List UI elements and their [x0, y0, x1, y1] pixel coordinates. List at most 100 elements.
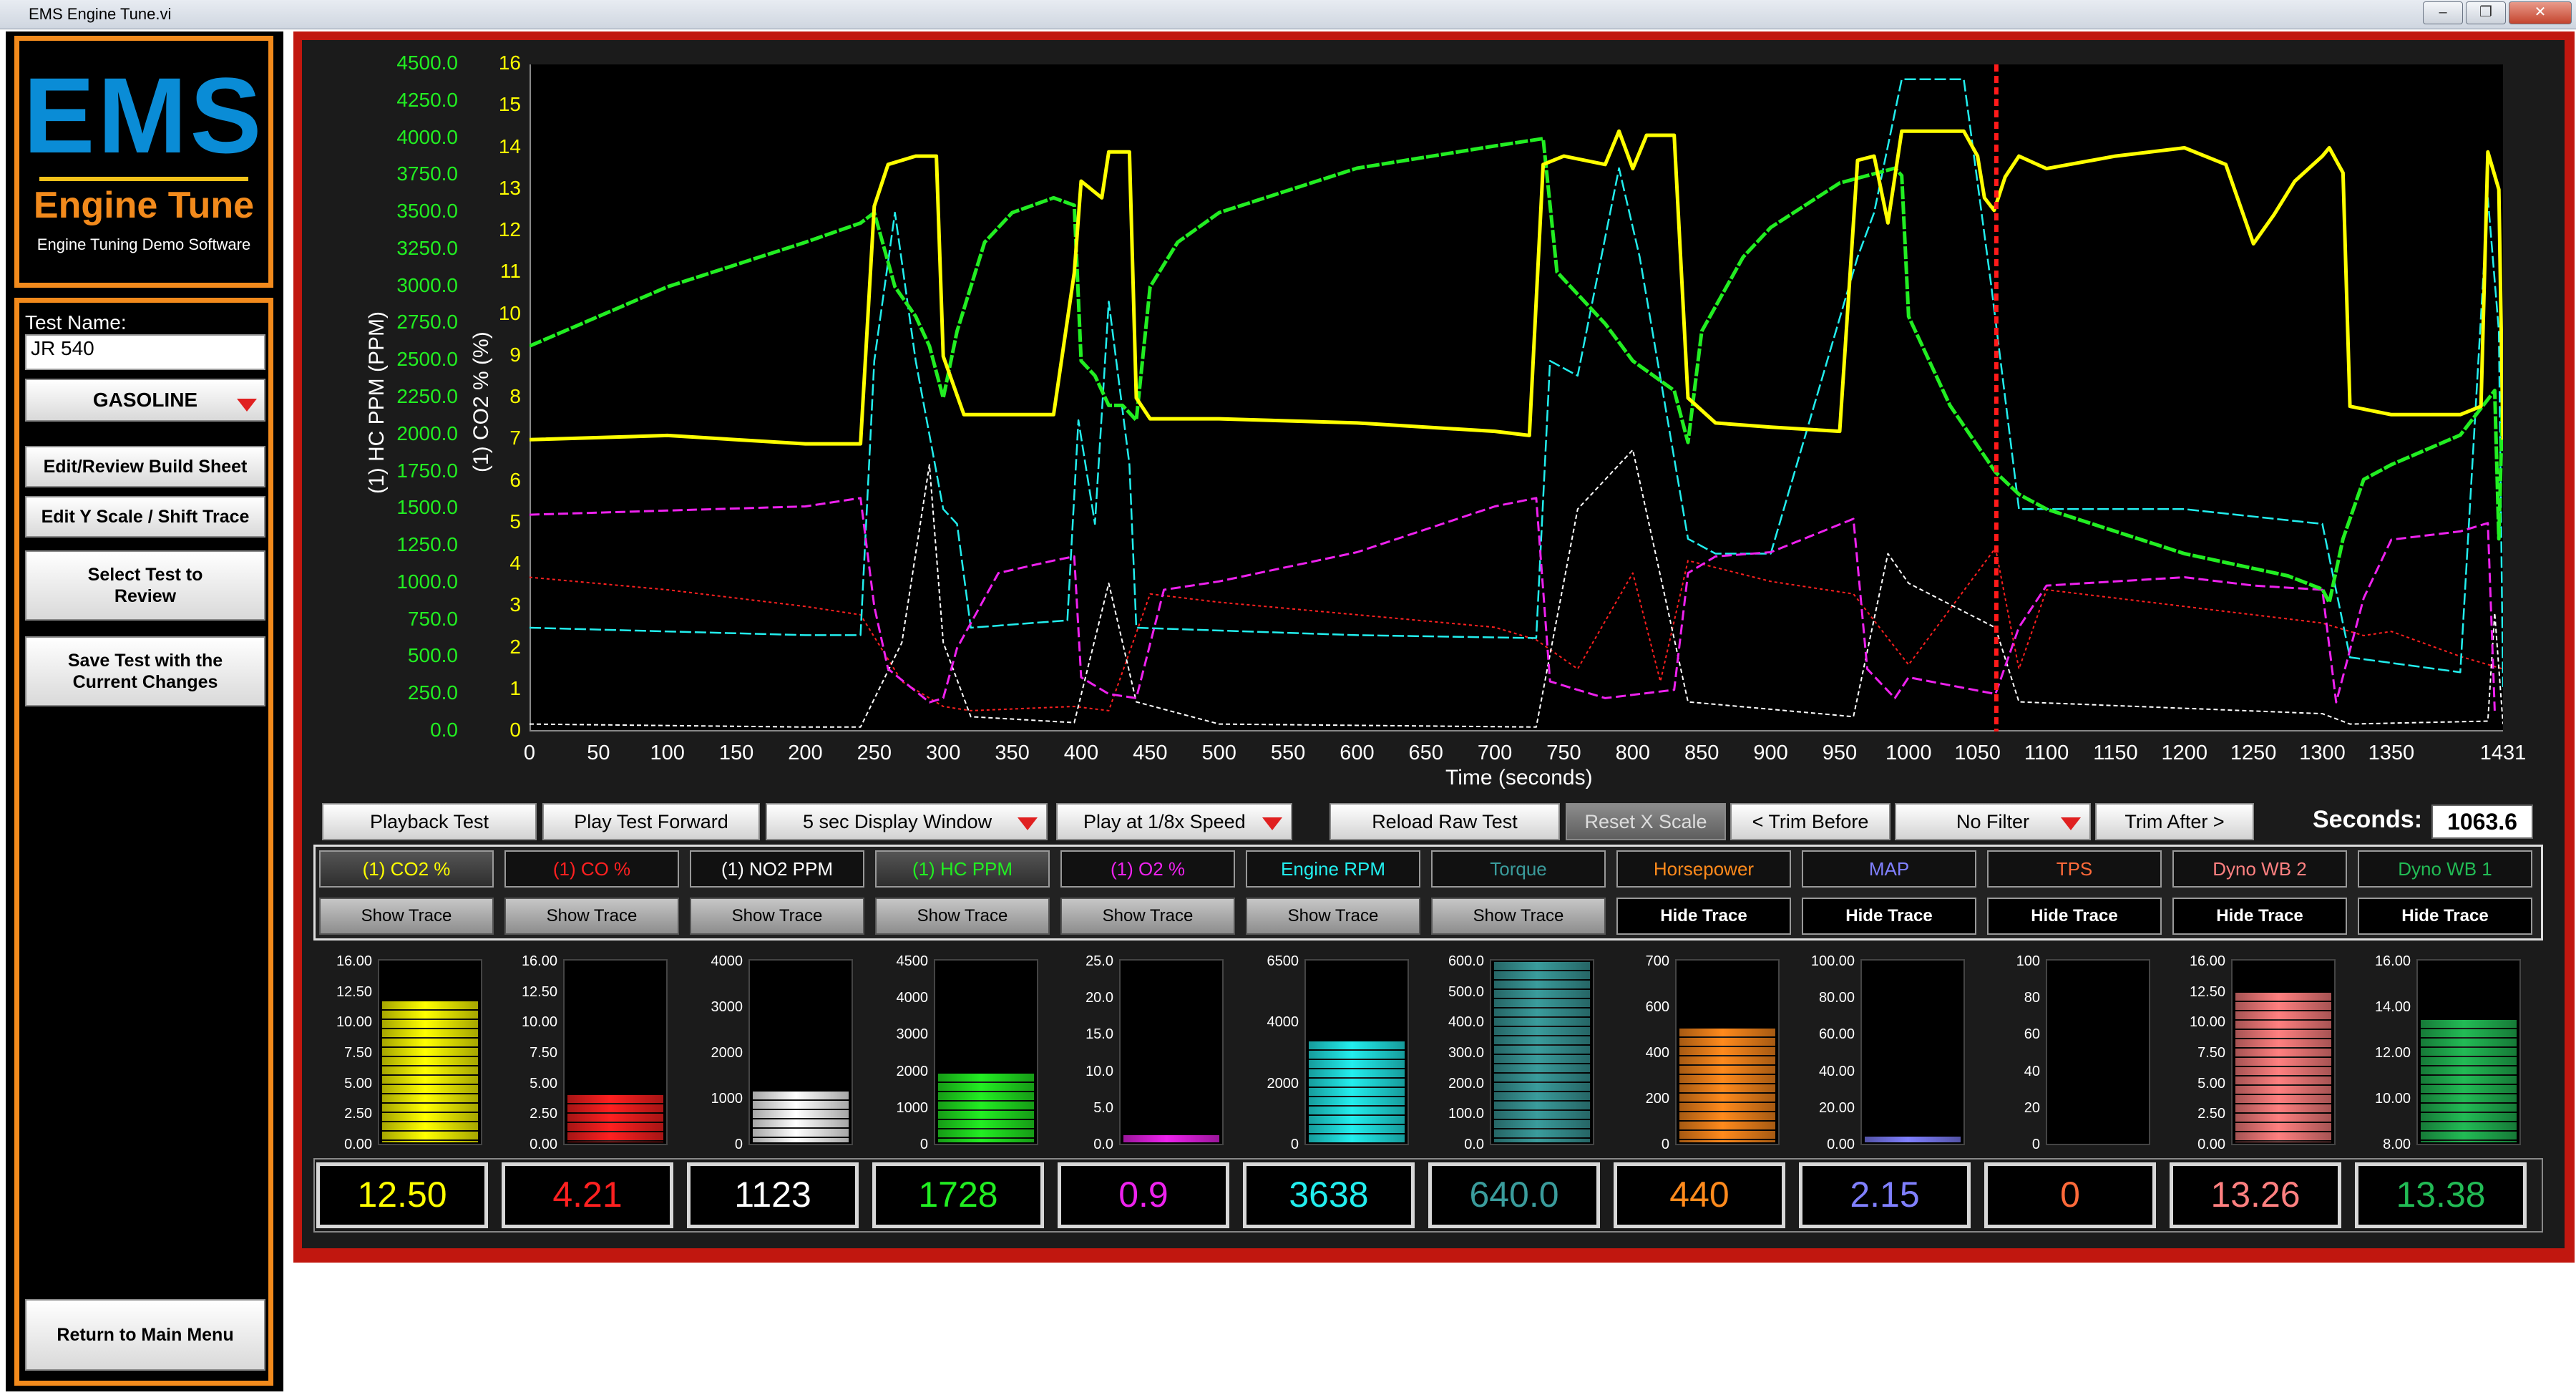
gauge-tick-label: 0 [734, 1137, 743, 1152]
readout-1-o2: 0.9 [1058, 1162, 1229, 1228]
select-test-button[interactable]: Select Test to Review [25, 550, 265, 621]
play-forward-button[interactable]: Play Test Forward [542, 803, 760, 840]
channel-button-1-co[interactable]: (1) CO % [504, 850, 679, 888]
y2-tick-label: 16 [498, 52, 521, 74]
trace-toggle-torque[interactable]: Show Trace [1431, 898, 1606, 935]
display-window-select[interactable]: 5 sec Display Window [766, 803, 1048, 840]
gauge-tick-label: 2.50 [344, 1106, 372, 1122]
restore-icon[interactable]: ❐ [2466, 1, 2506, 24]
fuel-type-select[interactable]: GASOLINE [25, 379, 265, 422]
gauge-tick-label: 10.00 [521, 1014, 557, 1031]
trace-toggle-dyno-wb-1[interactable]: Hide Trace [2358, 898, 2532, 935]
trace-toggle-1-no2-ppm[interactable]: Show Trace [690, 898, 864, 935]
gauge-tick-label: 500.0 [1448, 983, 1484, 1000]
minimize-icon[interactable]: – [2423, 1, 2463, 24]
gauge-tick-label: 20.00 [1818, 1099, 1855, 1116]
x-tick-label: 1150 [2093, 742, 2138, 764]
trace-toggle-dyno-wb-2[interactable]: Hide Trace [2172, 898, 2347, 935]
logo-product: Engine Tune [33, 185, 255, 226]
gauge-tick-label: 10.00 [2374, 1091, 2411, 1107]
series-1-o2 [529, 497, 2496, 711]
channel-button-1-hc-ppm[interactable]: (1) HC PPM [875, 850, 1050, 888]
gauge-tick-label: 4000 [896, 990, 929, 1006]
gauge-fill [1865, 1137, 1961, 1142]
gauge-engine-rpm: 6500 4000 2000 0 [1241, 952, 1420, 1152]
gauge-dyno-wb-1: 16.00 14.00 12.00 10.00 8.00 [2353, 952, 2532, 1152]
gauge-fill [753, 1092, 849, 1142]
play-speed-select[interactable]: Play at 1/8x Speed [1056, 803, 1292, 840]
gauge-tube [1490, 959, 1594, 1145]
test-name-input[interactable]: JR 540 [25, 334, 265, 370]
gauge-tick-label: 5.00 [530, 1075, 557, 1092]
reset-x-scale-button[interactable]: Reset X Scale [1566, 803, 1726, 840]
x-tick-label: 1000 [1885, 742, 1932, 764]
dropdown-arrow-icon [2061, 817, 2081, 830]
trace-toggle-map[interactable]: Hide Trace [1802, 898, 1976, 935]
gauge-1-hc-ppm: 4500 4000 3000 2000 1000 0 [871, 952, 1050, 1152]
gauge-tick-label: 16.00 [2374, 953, 2411, 969]
x-tick-label: 1300 [2299, 742, 2346, 764]
gauge-tick-label: 10.00 [336, 1014, 372, 1031]
x-tick-label: 500 [1201, 742, 1236, 764]
y1-axis-title: (1) HC PPM (PPM) [365, 311, 389, 494]
x-tick-label: 1200 [2161, 742, 2208, 764]
channel-button-horsepower[interactable]: Horsepower [1616, 850, 1791, 888]
channel-button-1-no2-ppm[interactable]: (1) NO2 PPM [690, 850, 864, 888]
plot-area[interactable] [529, 64, 2505, 731]
return-main-menu-button[interactable]: Return to Main Menu [25, 1299, 265, 1371]
readout-engine-rpm: 3638 [1243, 1162, 1415, 1228]
channel-button-map[interactable]: MAP [1802, 850, 1976, 888]
trace-toggle-1-co2[interactable]: Show Trace [319, 898, 494, 935]
channel-button-dyno-wb-2[interactable]: Dyno WB 2 [2172, 850, 2347, 888]
channel-button-torque[interactable]: Torque [1431, 850, 1606, 888]
channel-button-1-co2[interactable]: (1) CO2 % [319, 850, 494, 888]
trace-toggle-tps[interactable]: Hide Trace [1987, 898, 2162, 935]
y2-tick-label: 4 [509, 552, 521, 574]
edit-y-scale-button[interactable]: Edit Y Scale / Shift Trace [25, 496, 265, 538]
gauge-tick-label: 1000 [896, 1099, 929, 1116]
gauge-tick-label: 6500 [1267, 953, 1299, 969]
gauge-tick-label: 0.0 [1093, 1137, 1113, 1152]
channel-button-1-o2[interactable]: (1) O2 % [1060, 850, 1235, 888]
reload-raw-test-button[interactable]: Reload Raw Test [1330, 803, 1560, 840]
series-engine-rpm [529, 78, 2504, 687]
gauge-fill [2235, 992, 2331, 1142]
save-test-button[interactable]: Save Test with the Current Changes [25, 636, 265, 706]
gauge-tick-label: 14.00 [2374, 999, 2411, 1015]
trim-before-button[interactable]: < Trim Before [1730, 803, 1890, 840]
channel-button-tps[interactable]: TPS [1987, 850, 2162, 888]
gauge-tick-label: 0 [1661, 1137, 1669, 1152]
gauge-tick-label: 4000 [711, 953, 743, 969]
series-1-co2 [529, 129, 2505, 446]
playback-test-button[interactable]: Playback Test [322, 803, 537, 840]
trace-toggle-engine-rpm[interactable]: Show Trace [1246, 898, 1420, 935]
close-icon[interactable]: ✕ [2509, 1, 2572, 24]
channel-button-dyno-wb-1[interactable]: Dyno WB 1 [2358, 850, 2532, 888]
trim-after-button[interactable]: Trim After > [2095, 803, 2254, 840]
x-tick-label: 300 [925, 742, 961, 764]
x-tick-label: 950 [1822, 742, 1858, 764]
filter-select[interactable]: No Filter [1895, 803, 2091, 840]
edit-build-sheet-button[interactable]: Edit/Review Build Sheet [25, 446, 265, 487]
x-tick-label: 650 [1408, 742, 1443, 764]
gauge-tick-label: 2000 [711, 1045, 743, 1061]
trace-toggle-horsepower[interactable]: Hide Trace [1616, 898, 1791, 935]
gauge-torque: 600.0 500.0 400.0 300.0 200.0 100.0 0.0 [1427, 952, 1606, 1152]
gauge-tick-label: 2000 [896, 1063, 929, 1079]
channel-button-engine-rpm[interactable]: Engine RPM [1246, 850, 1420, 888]
gauge-fill [1123, 1134, 1219, 1142]
seconds-value[interactable]: 1063.6 [2431, 805, 2533, 839]
gauge-tick-label: 60 [2024, 1026, 2040, 1043]
trace-toggle-1-o2[interactable]: Show Trace [1060, 898, 1235, 935]
x-tick-label: 700 [1477, 742, 1513, 764]
readout-map: 2.15 [1799, 1162, 1971, 1228]
x-tick-label: 550 [1270, 742, 1306, 764]
trace-toggle-1-co[interactable]: Show Trace [504, 898, 679, 935]
x-tick-label: 900 [1753, 742, 1788, 764]
gauge-tube [2046, 959, 2150, 1145]
trace-toggle-1-hc-ppm[interactable]: Show Trace [875, 898, 1050, 935]
x-tick-label: 0 [523, 742, 536, 764]
logo-subtitle: Engine Tuning Demo Software [36, 235, 251, 253]
gauge-fill [567, 1095, 663, 1142]
readout-horsepower: 440 [1614, 1162, 1785, 1228]
